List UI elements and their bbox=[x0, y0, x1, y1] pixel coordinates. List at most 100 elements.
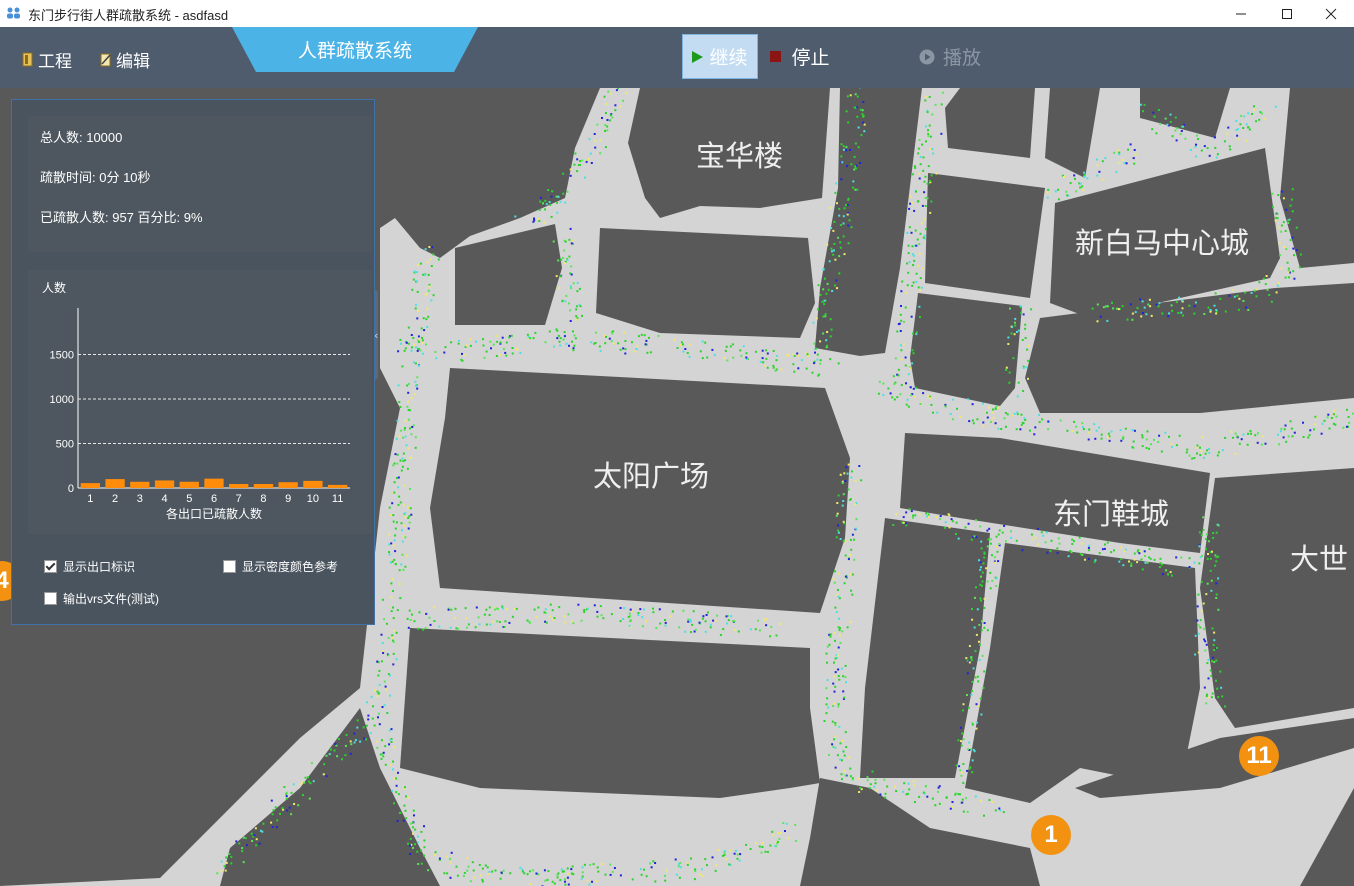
crowd-dot bbox=[1188, 566, 1191, 568]
crowd-dot bbox=[558, 340, 561, 343]
crowd-dot bbox=[577, 603, 580, 606]
crowd-dot bbox=[559, 344, 562, 347]
crowd-dot bbox=[960, 801, 963, 804]
crowd-dot bbox=[598, 345, 601, 348]
crowd-dot bbox=[566, 876, 569, 879]
crowd-dot bbox=[572, 347, 575, 350]
crowd-dot bbox=[1263, 117, 1266, 120]
crowd-dot bbox=[913, 165, 916, 168]
crowd-dot bbox=[416, 264, 419, 267]
crowd-dot bbox=[772, 366, 775, 369]
crowd-dot bbox=[972, 667, 975, 670]
crowd-dot bbox=[714, 619, 717, 622]
crowd-dot bbox=[958, 765, 961, 768]
stop-button[interactable]: 停止 bbox=[762, 34, 838, 79]
crowd-dot bbox=[1198, 562, 1201, 565]
minimize-button[interactable] bbox=[1218, 0, 1264, 27]
crowd-dot bbox=[1199, 446, 1201, 449]
menu-edit[interactable]: 编辑 bbox=[100, 47, 150, 72]
crowd-dot bbox=[1276, 217, 1279, 220]
crowd-dot bbox=[414, 828, 417, 831]
crowd-dot bbox=[1030, 308, 1033, 311]
crowd-dot bbox=[869, 783, 872, 786]
crowd-dot bbox=[1280, 190, 1283, 193]
crowd-dot bbox=[1240, 114, 1243, 117]
crowd-dot bbox=[377, 692, 380, 695]
exit-marker-11[interactable]: 11 bbox=[1239, 736, 1279, 776]
crowd-dot bbox=[691, 623, 694, 626]
crowd-dot bbox=[1215, 647, 1218, 649]
crowd-dot bbox=[838, 207, 841, 210]
crowd-dot bbox=[462, 875, 465, 877]
crowd-dot bbox=[818, 373, 821, 376]
crowd-dot bbox=[619, 348, 622, 351]
crowd-dot bbox=[422, 273, 425, 276]
continue-button[interactable]: 继续 bbox=[682, 34, 758, 79]
crowd-dot bbox=[1171, 309, 1174, 312]
crowd-dot bbox=[564, 878, 566, 881]
crowd-dot bbox=[1258, 118, 1261, 121]
crowd-dot bbox=[500, 871, 503, 874]
crowd-dot bbox=[425, 343, 427, 346]
crowd-dot bbox=[725, 858, 728, 861]
play-button[interactable]: 播放 bbox=[910, 34, 990, 79]
crowd-dot bbox=[508, 621, 511, 624]
crowd-dot bbox=[986, 545, 989, 548]
crowd-dot bbox=[1224, 436, 1227, 439]
crowd-dot bbox=[403, 524, 406, 527]
crowd-dot bbox=[395, 658, 398, 661]
crowd-dot bbox=[974, 795, 977, 798]
crowd-dot bbox=[844, 676, 847, 679]
crowd-dot bbox=[604, 130, 606, 132]
crowd-dot bbox=[918, 177, 921, 180]
crowd-dot bbox=[755, 350, 758, 353]
crowd-dot bbox=[409, 837, 412, 840]
crowd-dot bbox=[422, 317, 425, 320]
crowd-dot bbox=[892, 375, 895, 378]
exit-marker-1[interactable]: 1 bbox=[1031, 815, 1071, 855]
crowd-dot bbox=[926, 795, 929, 798]
maximize-button[interactable] bbox=[1264, 0, 1310, 27]
crowd-dot bbox=[477, 616, 480, 619]
crowd-dot bbox=[552, 240, 555, 243]
show-density-checkbox[interactable]: 显示密度颜色参考 bbox=[223, 558, 338, 575]
crowd-dot bbox=[841, 630, 844, 633]
crowd-dot bbox=[385, 688, 388, 691]
export-vrs-box[interactable] bbox=[44, 592, 57, 605]
crowd-dot bbox=[396, 609, 399, 612]
crowd-dot bbox=[389, 694, 392, 697]
crowd-dot bbox=[902, 521, 905, 524]
crowd-dot bbox=[407, 842, 409, 845]
crowd-dot bbox=[1195, 155, 1197, 158]
crowd-dot bbox=[919, 232, 922, 235]
crowd-dot bbox=[719, 634, 722, 636]
crowd-dot bbox=[1282, 436, 1285, 439]
crowd-dot bbox=[983, 670, 986, 673]
export-vrs-checkbox[interactable]: 输出vrs文件(测试) bbox=[44, 590, 159, 607]
crowd-dot bbox=[925, 515, 928, 518]
crowd-dot bbox=[934, 103, 937, 106]
crowd-dot bbox=[1029, 429, 1031, 432]
show-density-box[interactable] bbox=[223, 560, 236, 573]
crowd-dot bbox=[1123, 550, 1126, 553]
crowd-dot bbox=[393, 629, 395, 632]
crowd-dot bbox=[404, 536, 407, 539]
tab-evacuation-system[interactable]: 人群疏散系统 bbox=[232, 27, 478, 72]
crowd-dot bbox=[622, 99, 624, 102]
crowd-dot bbox=[401, 465, 404, 468]
crowd-dot bbox=[604, 146, 607, 149]
show-exit-box[interactable] bbox=[44, 560, 57, 573]
menu-project[interactable]: 工程 bbox=[22, 47, 72, 72]
crowd-dot bbox=[1082, 428, 1085, 431]
crowd-dot bbox=[702, 615, 705, 618]
crowd-dot bbox=[854, 479, 857, 482]
crowd-dot bbox=[609, 119, 611, 122]
crowd-dot bbox=[851, 593, 854, 596]
crowd-dot bbox=[1118, 560, 1121, 563]
crowd-dot bbox=[383, 704, 386, 707]
crowd-dot bbox=[915, 244, 918, 247]
crowd-dot bbox=[550, 195, 553, 198]
show-exit-checkbox[interactable]: 显示出口标识 bbox=[44, 558, 135, 575]
crowd-dot bbox=[1221, 695, 1224, 698]
close-button[interactable] bbox=[1308, 0, 1354, 27]
